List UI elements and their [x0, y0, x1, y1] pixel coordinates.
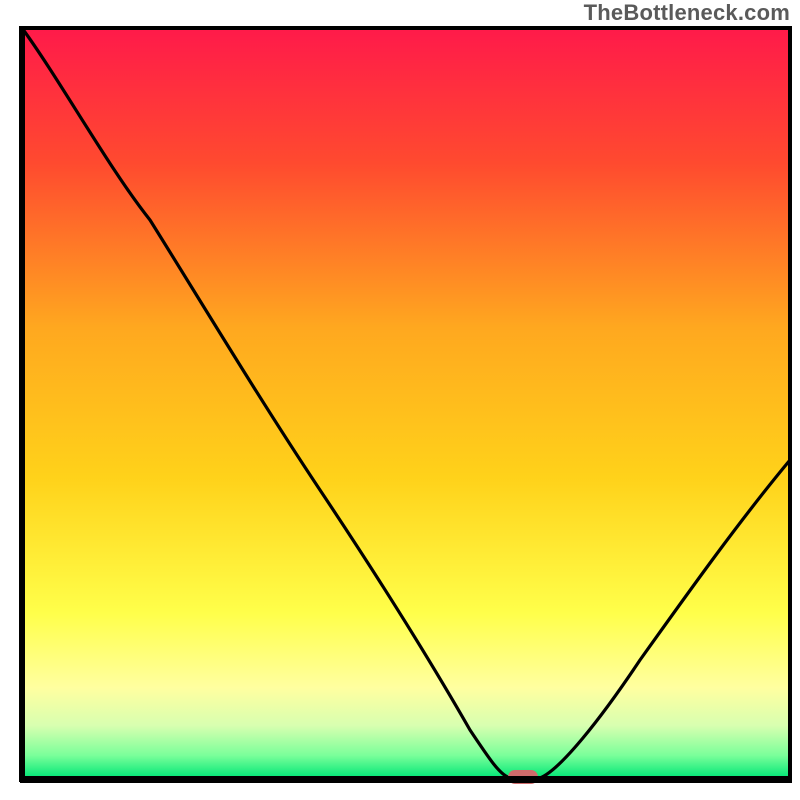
plot-background	[22, 28, 790, 778]
chart-svg	[0, 0, 800, 800]
watermark-label: TheBottleneck.com	[584, 0, 790, 26]
bottleneck-chart: TheBottleneck.com	[0, 0, 800, 800]
